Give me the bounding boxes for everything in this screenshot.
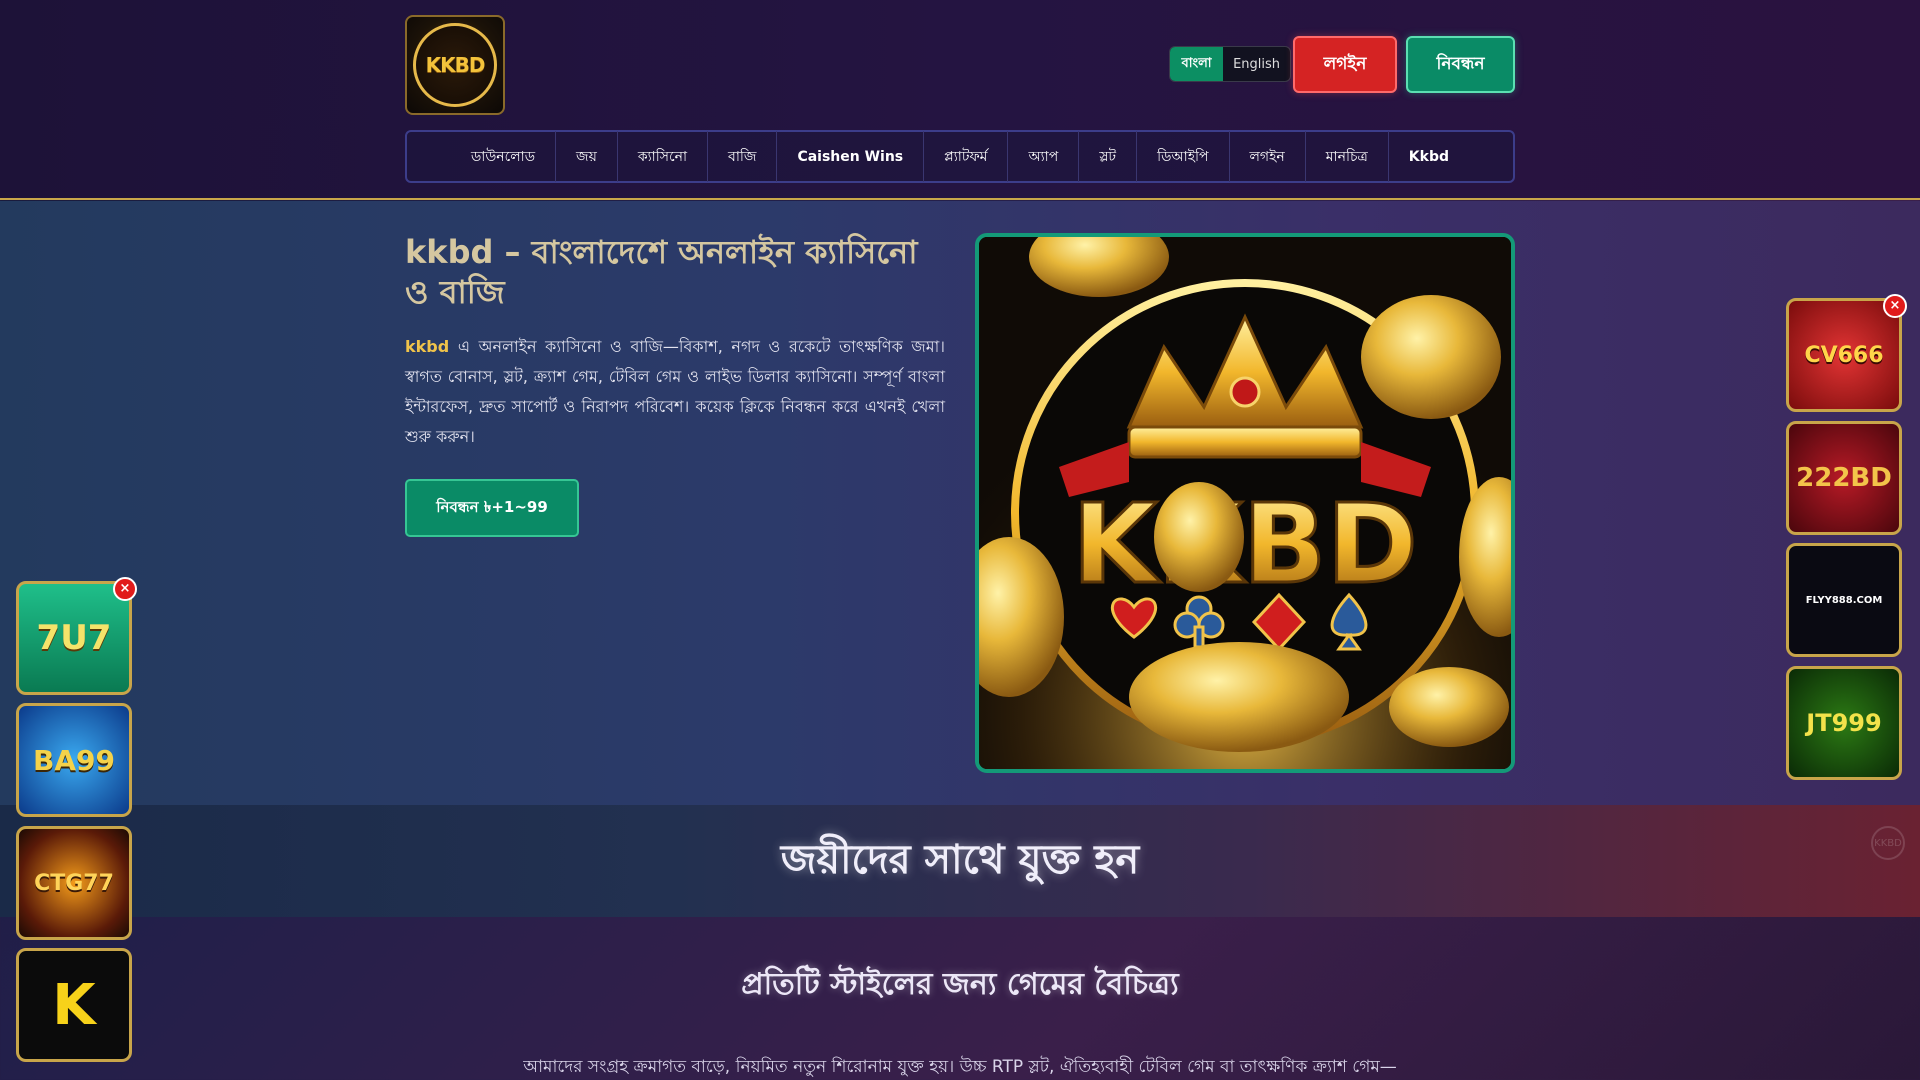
nav-item-kkbd[interactable]: Kkbd xyxy=(1389,131,1469,182)
ad-k-label: K xyxy=(52,972,96,1038)
coin-icon xyxy=(1361,295,1501,419)
kkbd-wordmark: KKBD xyxy=(1072,480,1418,608)
coin-icon xyxy=(1129,642,1349,752)
ad-ctg77-label: CTG77 xyxy=(34,870,114,896)
logo-emblem: KKBD xyxy=(413,23,497,107)
hero-title: kkbd – বাংলাদেশে অনলাইন ক্যাসিনো ও বাজি xyxy=(405,233,918,311)
site-logo[interactable]: KKBD xyxy=(405,15,505,115)
close-right-ads-button[interactable]: × xyxy=(1883,294,1907,318)
nav-item-sitemap[interactable]: মানচিত্র xyxy=(1306,131,1389,182)
nav-item-app[interactable]: অ্যাপ xyxy=(1008,131,1080,182)
games-section-description: আমাদের সংগ্রহ ক্রমাগত বাড়ে, নিয়মিত নতু… xyxy=(523,1057,1397,1077)
ad-7u7[interactable]: 7U7 xyxy=(16,581,132,695)
ad-cv666[interactable]: CV666 xyxy=(1786,298,1902,412)
hero-description: kkbd এ অনলাইন ক্যাসিনো ও বাজি—বিকাশ, নগদ… xyxy=(405,332,945,452)
games-section-title: প্রতিটি স্টাইলের জন্য গেমের বৈচিত্র্য xyxy=(741,967,1179,1002)
lang-english-button[interactable]: English xyxy=(1223,47,1290,81)
hero-register-button[interactable]: নিবন্ধন ৳+1~99 xyxy=(405,479,579,537)
coin-icon xyxy=(1154,482,1244,592)
login-button[interactable]: লগইন xyxy=(1293,36,1397,93)
hero-section xyxy=(0,201,1920,805)
language-switch: বাংলা English xyxy=(1169,46,1291,82)
nav-item-dip[interactable]: ডিআইপি xyxy=(1137,131,1230,182)
hero-brand-link[interactable]: kkbd xyxy=(405,337,449,356)
ad-jt999[interactable]: JT999 xyxy=(1786,666,1902,780)
nav-item-login[interactable]: লগইন xyxy=(1230,131,1306,182)
nav-item-download[interactable]: ডাউনলোড xyxy=(451,131,557,182)
lang-bangla-button[interactable]: বাংলা xyxy=(1170,47,1224,81)
nav-item-slot[interactable]: স্লট xyxy=(1079,131,1138,182)
hero-banner-image: KKBD xyxy=(975,233,1515,773)
nav-item-caishen-wins[interactable]: Caishen Wins xyxy=(777,131,925,182)
ad-k[interactable]: K xyxy=(16,948,132,1062)
ad-222bd-label: 222BD xyxy=(1796,463,1892,493)
coin-icon xyxy=(1389,667,1509,747)
ad-ba99-label: BA99 xyxy=(33,743,115,777)
site-header: KKBD বাংলা English লগইন নিবন্ধন ডাউনলোড … xyxy=(0,0,1920,200)
ad-flyy888-label: FLYY888.COM xyxy=(1805,594,1883,606)
ad-cv666-label: CV666 xyxy=(1804,342,1884,368)
watermark-logo-icon: KKBD xyxy=(1871,826,1905,860)
hero-description-text: এ অনলাইন ক্যাসিনো ও বাজি—বিকাশ, নগদ ও রক… xyxy=(405,337,945,446)
ad-7u7-label: 7U7 xyxy=(36,618,112,658)
nav-item-bet[interactable]: বাজি xyxy=(708,131,778,182)
ad-222bd[interactable]: 222BD xyxy=(1786,421,1902,535)
ad-ctg77[interactable]: CTG77 xyxy=(16,826,132,940)
nav-item-casino[interactable]: ক্যাসিনো xyxy=(618,131,709,182)
ad-jt999-label: JT999 xyxy=(1806,709,1882,737)
nav-item-win[interactable]: জয় xyxy=(556,131,618,182)
register-button[interactable]: নিবন্ধন xyxy=(1406,36,1515,93)
close-left-ads-button[interactable]: × xyxy=(113,577,137,601)
main-nav: ডাউনলোড জয় ক্যাসিনো বাজি Caishen Wins প… xyxy=(405,130,1515,183)
join-title: জয়ীদের সাথে যুক্ত হন xyxy=(780,837,1140,883)
logo-text: KKBD xyxy=(425,53,486,77)
ad-flyy888[interactable]: FLYY888.COM xyxy=(1786,543,1902,657)
nav-item-platform[interactable]: প্ল্যাটফর্ম xyxy=(924,131,1009,182)
ad-ba99[interactable]: BA99 xyxy=(16,703,132,817)
kkbd-crown-artwork: KKBD xyxy=(979,237,1511,769)
